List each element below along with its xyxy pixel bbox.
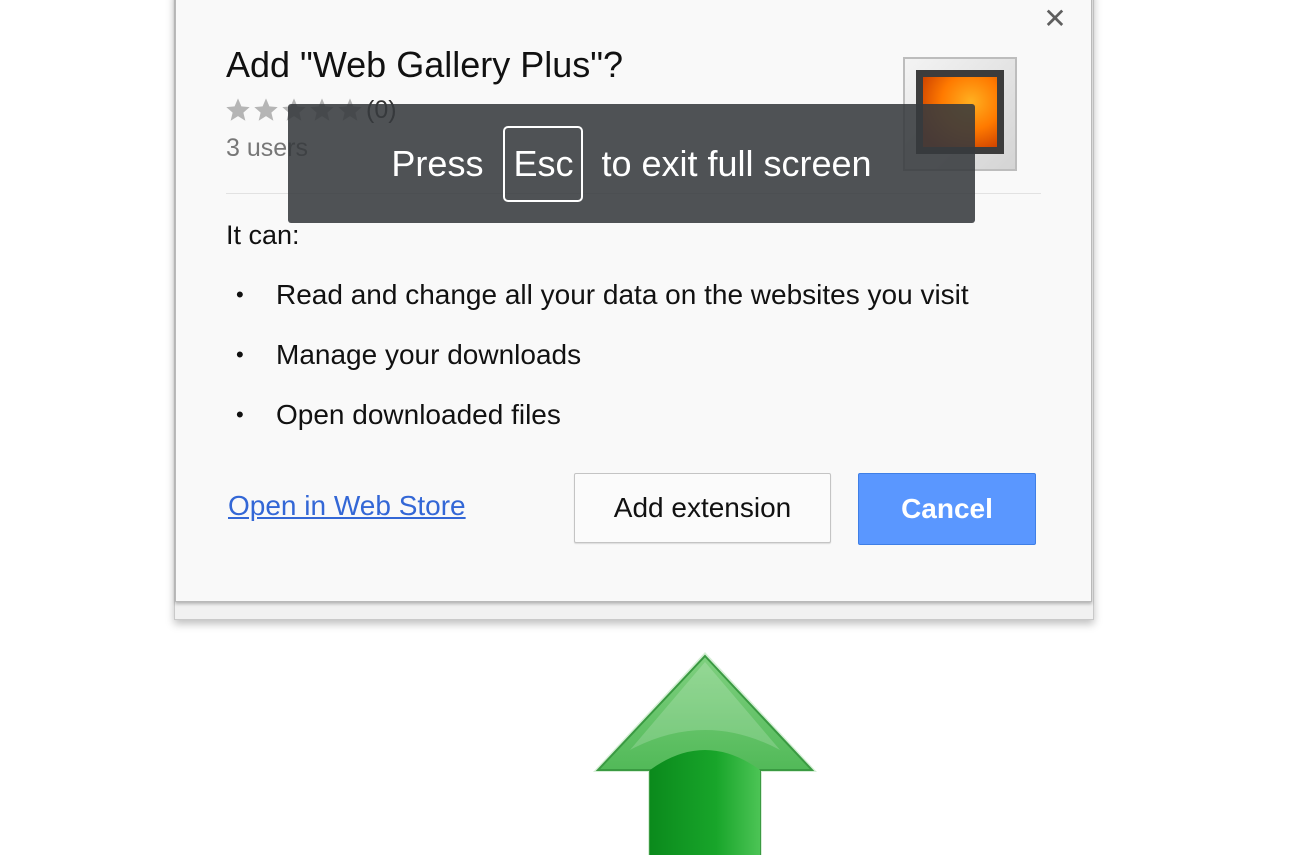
open-in-web-store-link[interactable]: Open in Web Store <box>228 490 466 522</box>
star-icon <box>254 98 278 121</box>
fullscreen-notice: Press Esc to exit full screen <box>288 104 975 223</box>
permission-text: Read and change all your data on the web… <box>276 279 969 310</box>
permission-text: Manage your downloads <box>276 339 582 370</box>
bullet: • <box>236 402 244 427</box>
permission-text: Open downloaded files <box>276 399 561 430</box>
up-arrow-icon <box>593 652 817 855</box>
cancel-button[interactable]: Cancel <box>858 473 1036 545</box>
fullscreen-notice-suffix: to exit full screen <box>601 142 872 184</box>
permission-item: • Manage your downloads <box>236 339 581 371</box>
star-icon <box>226 98 250 121</box>
screen: ✕ Add "Web Gallery Plus"? (0) 3 users It… <box>0 0 1290 855</box>
bullet: • <box>236 282 244 307</box>
permission-item: • Read and change all your data on the w… <box>236 279 969 311</box>
bullet: • <box>236 342 244 367</box>
permissions-heading: It can: <box>226 220 300 250</box>
permission-item: • Open downloaded files <box>236 399 561 431</box>
add-extension-button[interactable]: Add extension <box>574 473 831 543</box>
esc-key: Esc <box>503 125 584 202</box>
dialog-title: Add "Web Gallery Plus"? <box>226 44 624 85</box>
fullscreen-notice-prefix: Press <box>391 142 484 184</box>
close-icon[interactable]: ✕ <box>1040 4 1070 34</box>
